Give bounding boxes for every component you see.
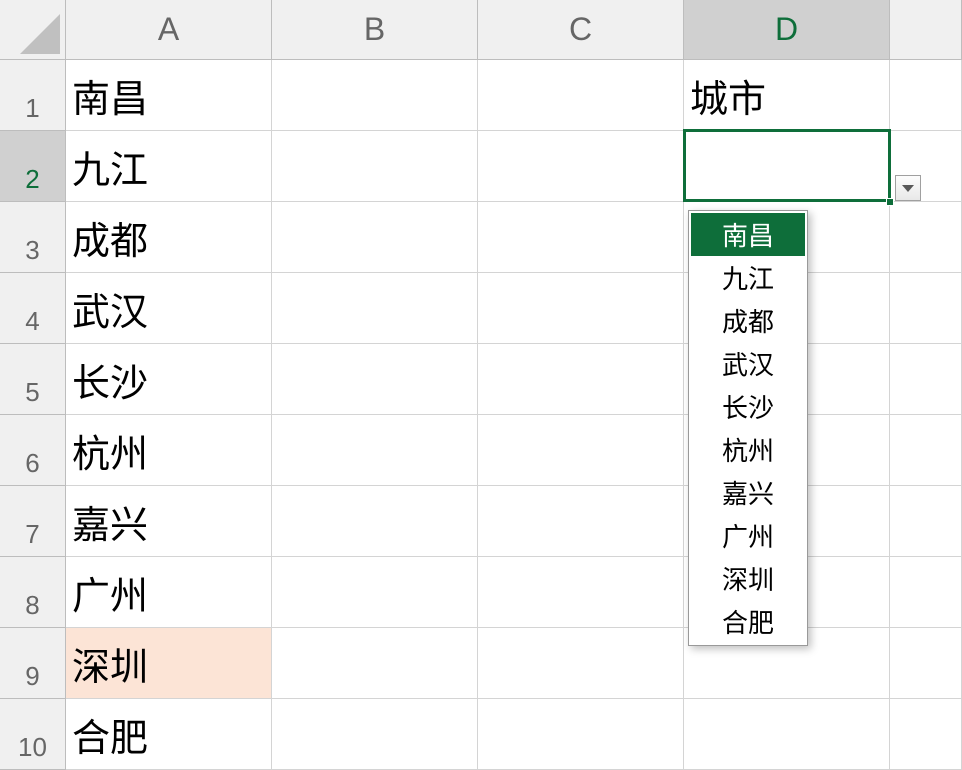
cell-c9[interactable] (478, 628, 684, 699)
dropdown-item-3[interactable]: 武汉 (691, 342, 805, 385)
cell-e3[interactable] (890, 202, 962, 273)
cell-a5[interactable]: 长沙 (66, 344, 272, 415)
selection-fill-handle[interactable] (886, 198, 894, 206)
data-validation-dropdown-button[interactable] (895, 175, 921, 201)
row-header-3[interactable]: 3 (0, 202, 66, 273)
cell-c4[interactable] (478, 273, 684, 344)
dropdown-item-1[interactable]: 九江 (691, 256, 805, 299)
cell-e9[interactable] (890, 628, 962, 699)
cell-b2[interactable] (272, 131, 478, 202)
cell-b1[interactable] (272, 60, 478, 131)
cell-c8[interactable] (478, 557, 684, 628)
row-header-5[interactable]: 5 (0, 344, 66, 415)
cell-b3[interactable] (272, 202, 478, 273)
cell-b5[interactable] (272, 344, 478, 415)
cell-a7[interactable]: 嘉兴 (66, 486, 272, 557)
cell-a3[interactable]: 成都 (66, 202, 272, 273)
cell-a2[interactable]: 九江 (66, 131, 272, 202)
dropdown-item-8[interactable]: 深圳 (691, 557, 805, 600)
dropdown-item-9[interactable]: 合肥 (691, 600, 805, 643)
col-header-a[interactable]: A (66, 0, 272, 60)
cell-b8[interactable] (272, 557, 478, 628)
cell-c7[interactable] (478, 486, 684, 557)
row-header-9[interactable]: 9 (0, 628, 66, 699)
dropdown-item-0[interactable]: 南昌 (691, 213, 805, 256)
select-all-corner[interactable] (0, 0, 66, 60)
cell-e10[interactable] (890, 699, 962, 770)
corner-triangle-icon (20, 14, 60, 54)
cell-a6[interactable]: 杭州 (66, 415, 272, 486)
cell-d2[interactable] (684, 131, 890, 202)
cell-e8[interactable] (890, 557, 962, 628)
cell-e4[interactable] (890, 273, 962, 344)
cell-a9[interactable]: 深圳 (66, 628, 272, 699)
cell-e1[interactable] (890, 60, 962, 131)
dropdown-item-2[interactable]: 成都 (691, 299, 805, 342)
row-header-2[interactable]: 2 (0, 131, 66, 202)
cell-d10[interactable] (684, 699, 890, 770)
dropdown-list: 南昌 九江 成都 武汉 长沙 杭州 嘉兴 广州 深圳 合肥 (688, 210, 808, 646)
row-header-8[interactable]: 8 (0, 557, 66, 628)
cell-e6[interactable] (890, 415, 962, 486)
cell-b4[interactable] (272, 273, 478, 344)
cell-a4[interactable]: 武汉 (66, 273, 272, 344)
dropdown-item-6[interactable]: 嘉兴 (691, 471, 805, 514)
cell-c3[interactable] (478, 202, 684, 273)
cell-c1[interactable] (478, 60, 684, 131)
cell-c5[interactable] (478, 344, 684, 415)
cell-e7[interactable] (890, 486, 962, 557)
row-header-6[interactable]: 6 (0, 415, 66, 486)
cell-a1[interactable]: 南昌 (66, 60, 272, 131)
row-header-1[interactable]: 1 (0, 60, 66, 131)
dropdown-item-7[interactable]: 广州 (691, 514, 805, 557)
dropdown-item-4[interactable]: 长沙 (691, 385, 805, 428)
cell-b6[interactable] (272, 415, 478, 486)
row-header-10[interactable]: 10 (0, 699, 66, 770)
column-headers: A B C D (66, 0, 962, 60)
row-header-7[interactable]: 7 (0, 486, 66, 557)
cell-b7[interactable] (272, 486, 478, 557)
cell-a8[interactable]: 广州 (66, 557, 272, 628)
cell-b10[interactable] (272, 699, 478, 770)
col-header-d[interactable]: D (684, 0, 890, 60)
grid-cells: 南昌 城市 九江 成都 武汉 长沙 (66, 60, 962, 770)
col-header-b[interactable]: B (272, 0, 478, 60)
cell-e5[interactable] (890, 344, 962, 415)
dropdown-item-5[interactable]: 杭州 (691, 428, 805, 471)
col-header-extra[interactable] (890, 0, 962, 60)
cell-c2[interactable] (478, 131, 684, 202)
row-headers: 1 2 3 4 5 6 7 8 9 10 (0, 60, 66, 770)
cell-c10[interactable] (478, 699, 684, 770)
cell-c6[interactable] (478, 415, 684, 486)
spreadsheet: A B C D 1 2 3 4 5 6 7 8 9 10 南昌 城市 九江 (0, 0, 962, 768)
chevron-down-icon (902, 185, 914, 192)
cell-b9[interactable] (272, 628, 478, 699)
cell-a10[interactable]: 合肥 (66, 699, 272, 770)
col-header-c[interactable]: C (478, 0, 684, 60)
row-header-4[interactable]: 4 (0, 273, 66, 344)
cell-d1[interactable]: 城市 (684, 60, 890, 131)
